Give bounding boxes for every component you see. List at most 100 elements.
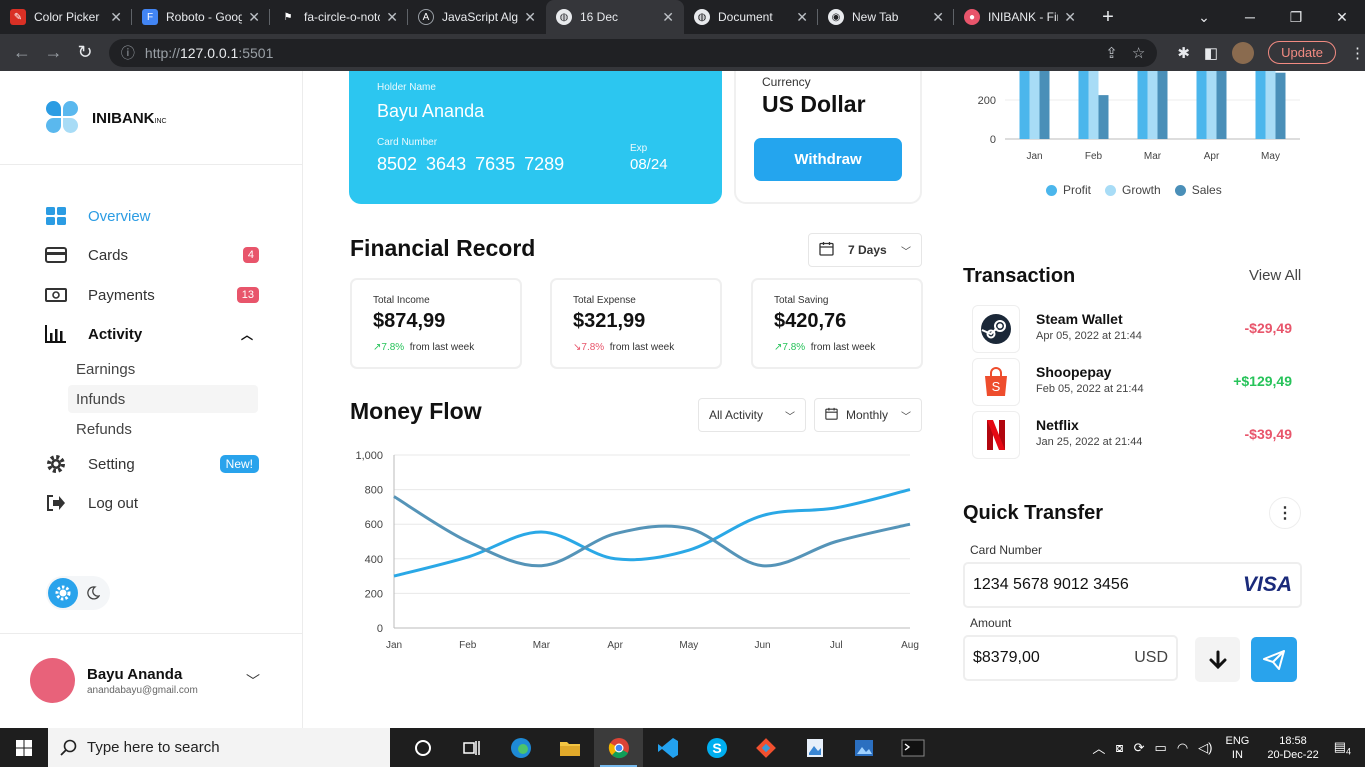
chevron-up-icon[interactable]: ︿ xyxy=(241,326,253,343)
transaction-row[interactable]: Netflix Jan 25, 2022 at 21:44 -$39,49 xyxy=(972,411,1302,459)
brand-name: INIBANK xyxy=(92,109,155,127)
browser-tab[interactable]: ● INIBANK - Finance ✕ xyxy=(954,0,1086,34)
close-icon[interactable]: ✕ xyxy=(1064,9,1076,26)
submenu-item-earnings[interactable]: Earnings xyxy=(68,355,258,383)
minimize-button[interactable]: ─ xyxy=(1227,9,1273,25)
card-number: 8502 3643 7635 7289 xyxy=(377,154,565,174)
bank-card[interactable]: Holder Name Bayu Ananda Card Number 8502… xyxy=(349,71,722,204)
clock-date: 20-Dec-22 xyxy=(1267,748,1319,761)
sidebar-item-setting[interactable]: Setting New! xyxy=(45,451,259,477)
chevron-down-icon[interactable]: ﹀ xyxy=(246,671,260,691)
bookmark-star-icon[interactable]: ☆ xyxy=(1132,44,1145,62)
close-icon[interactable]: ✕ xyxy=(796,9,808,26)
sync-icon[interactable]: ⟳ xyxy=(1134,740,1145,756)
theme-toggle[interactable] xyxy=(46,576,110,610)
period-dropdown[interactable]: 7 Days ﹀ xyxy=(808,233,922,267)
browser-tab[interactable]: ◉ New Tab ✕ xyxy=(818,0,954,34)
sidebar-item-logout[interactable]: Log out xyxy=(45,490,259,516)
camera-icon[interactable]: ⧇ xyxy=(1115,740,1123,756)
close-icon[interactable]: ✕ xyxy=(932,9,944,26)
close-icon[interactable]: ✕ xyxy=(524,9,536,26)
edge-icon[interactable] xyxy=(496,728,545,767)
chevron-down-icon: ﹀ xyxy=(901,411,911,423)
sidebar-item-payments[interactable]: Payments 13 xyxy=(45,282,259,308)
extensions-icon[interactable]: ✱ xyxy=(1177,44,1190,62)
x-tick-label: Jan xyxy=(1026,151,1042,162)
chevron-up-icon[interactable]: ︿ xyxy=(1092,738,1105,757)
sidebar-item-activity[interactable]: Activity ︿ xyxy=(45,321,259,347)
taskbar-search-input[interactable]: Type here to search xyxy=(48,728,390,767)
vscode-icon[interactable] xyxy=(643,728,692,767)
money-flow-chart: 0 200 400 600 800 1,000 Jan Feb Mar Apr May Jun Jul A… xyxy=(355,450,918,651)
transaction-row[interactable]: S Shoopepay Feb 05, 2022 at 21:44 +$129,… xyxy=(972,358,1302,406)
sun-icon[interactable] xyxy=(48,578,78,608)
arrow-down-icon xyxy=(1209,650,1226,669)
arrow-down-button[interactable] xyxy=(1195,637,1240,682)
moon-icon[interactable] xyxy=(78,586,108,600)
more-options-icon[interactable]: ⋮ xyxy=(1269,497,1301,529)
paint-icon[interactable] xyxy=(790,728,839,767)
profile-avatar[interactable] xyxy=(1232,41,1255,64)
new-tab-button[interactable]: + xyxy=(1094,6,1122,29)
clock[interactable]: 18:58 20-Dec-22 xyxy=(1267,734,1318,762)
chrome-icon: ◉ xyxy=(828,9,844,25)
send-button[interactable] xyxy=(1251,637,1297,682)
windows-start-button[interactable] xyxy=(0,739,48,756)
browser-tab[interactable]: ◍ Document ✕ xyxy=(684,0,818,34)
side-panel-icon[interactable]: ◧ xyxy=(1204,44,1218,62)
amount-field[interactable]: $8379,00 USD xyxy=(963,635,1178,681)
file-explorer-icon[interactable] xyxy=(545,728,594,767)
bar xyxy=(1265,71,1276,139)
avatar[interactable] xyxy=(30,658,75,703)
wifi-icon[interactable]: ◠ xyxy=(1177,740,1188,756)
brand-logo[interactable]: INIBANKINC xyxy=(46,101,167,135)
share-icon[interactable]: ⇪ xyxy=(1105,44,1118,62)
browser-tab[interactable]: ⚑ fa-circle-o-notch ✕ xyxy=(270,0,408,34)
close-window-button[interactable]: ✕ xyxy=(1319,9,1365,26)
card-number-field[interactable]: 1234 5678 9012 3456 VISA xyxy=(963,562,1302,608)
back-icon[interactable]: ← xyxy=(6,42,38,63)
language-indicator[interactable]: ENG IN xyxy=(1225,734,1249,762)
volume-icon[interactable]: ◁) xyxy=(1198,740,1212,756)
js-icon: A xyxy=(418,9,434,25)
browser-tab[interactable]: ✎ Color Picker ✕ xyxy=(0,0,132,34)
update-button[interactable]: Update xyxy=(1268,41,1336,64)
close-icon[interactable]: ✕ xyxy=(662,9,674,26)
close-icon[interactable]: ✕ xyxy=(110,9,122,26)
tab-search-icon[interactable]: ⌄ xyxy=(1181,9,1227,26)
tab-title: fa-circle-o-notch xyxy=(304,10,380,24)
transaction-title: Transaction xyxy=(963,265,1076,287)
info-icon[interactable]: ⓘ xyxy=(121,43,135,63)
close-icon[interactable]: ✕ xyxy=(386,9,398,26)
transaction-row[interactable]: Steam Wallet Apr 05, 2022 at 21:44 -$29,… xyxy=(972,305,1302,353)
battery-icon[interactable]: ▭ xyxy=(1155,740,1167,756)
photos-icon[interactable] xyxy=(839,728,888,767)
submenu-item-refunds[interactable]: Refunds xyxy=(68,415,258,443)
forward-icon[interactable]: → xyxy=(38,42,70,63)
withdraw-button[interactable]: Withdraw xyxy=(754,138,902,181)
sidebar-item-overview[interactable]: Overview xyxy=(45,203,259,229)
period-filter-dropdown[interactable]: Monthly ﹀ xyxy=(814,398,922,432)
more-menu-icon[interactable]: ⋮ xyxy=(1350,44,1365,62)
chrome-taskbar-icon[interactable] xyxy=(594,728,643,767)
browser-tab[interactable]: F Roboto - Google Fonts ✕ xyxy=(132,0,270,34)
url-input[interactable]: ⓘ http://127.0.0.1:5501 ⇪ ☆ xyxy=(108,38,1158,67)
browser-tab[interactable]: A JavaScript Algorithms ✕ xyxy=(408,0,546,34)
x-tick-label: Jul xyxy=(830,640,843,651)
close-icon[interactable]: ✕ xyxy=(248,9,260,26)
task-view-icon[interactable] xyxy=(447,728,496,767)
cortana-icon[interactable] xyxy=(398,728,447,767)
skype-icon[interactable]: S xyxy=(692,728,741,767)
stat-change: ↗7.8% from last week xyxy=(373,342,474,353)
reload-icon[interactable]: ↻ xyxy=(69,42,101,63)
terminal-icon[interactable] xyxy=(888,728,937,767)
dribbble-icon: ● xyxy=(964,9,980,25)
submenu-item-infunds[interactable]: Infunds xyxy=(68,385,258,413)
sidebar-item-cards[interactable]: Cards 4 xyxy=(45,242,259,268)
notification-icon[interactable]: ▤4 xyxy=(1334,739,1351,757)
restore-button[interactable]: ❐ xyxy=(1273,9,1319,26)
git-icon[interactable] xyxy=(741,728,790,767)
browser-tab-active[interactable]: ◍ 16 Dec ✕ xyxy=(546,0,684,34)
view-all-link[interactable]: View All xyxy=(1249,267,1301,284)
activity-filter-dropdown[interactable]: All Activity ﹀ xyxy=(698,398,806,432)
